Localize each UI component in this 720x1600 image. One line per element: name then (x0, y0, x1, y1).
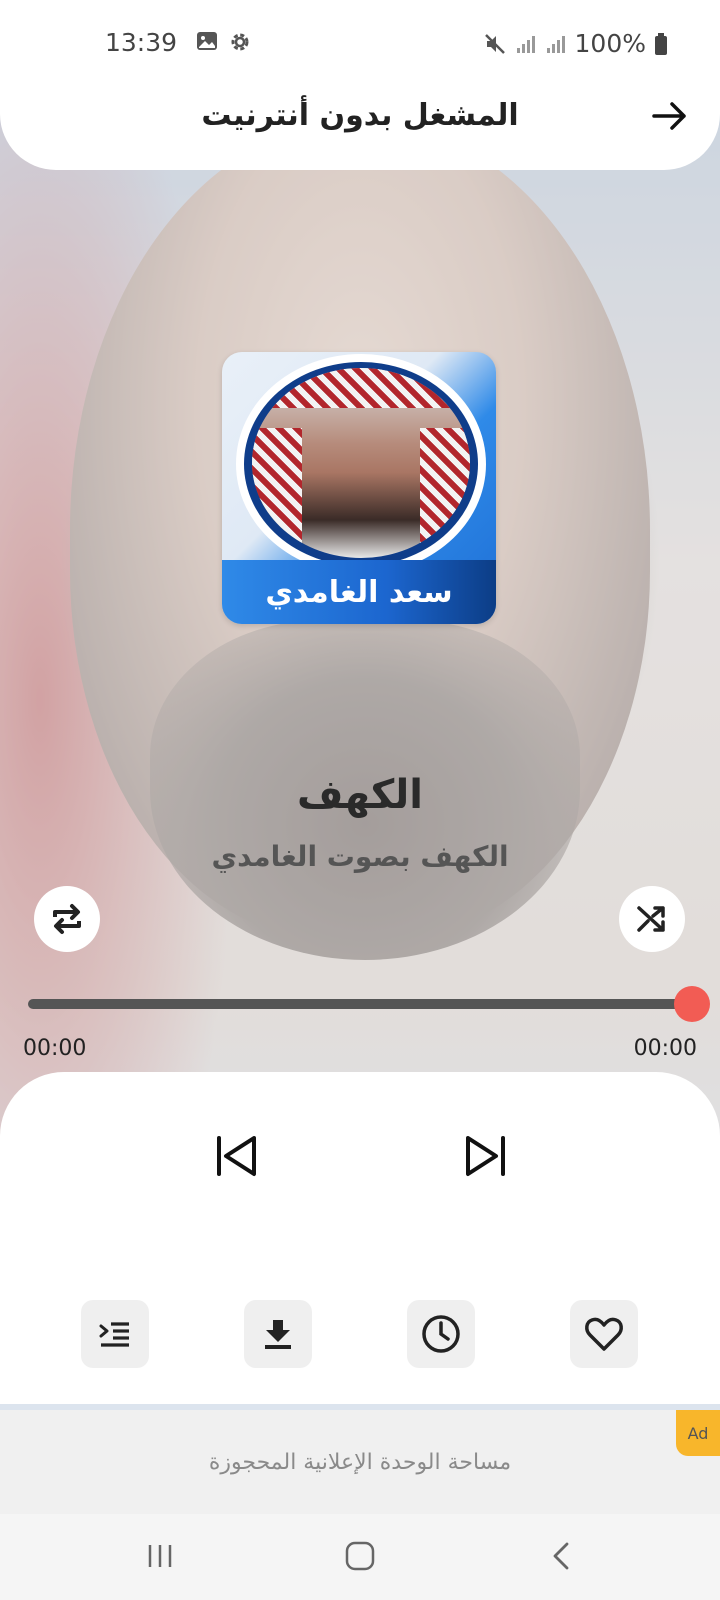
portrait-scarf-right (420, 428, 470, 558)
status-system-icons: 100% (483, 29, 668, 58)
signal-icon (515, 33, 537, 55)
page-title: المشغل بدون أنترنيت (201, 98, 519, 133)
battery-icon (654, 32, 668, 56)
signal-icon (545, 33, 567, 55)
system-navigation-bar (0, 1514, 720, 1600)
reciter-portrait (252, 368, 470, 558)
settings-icon (228, 30, 252, 54)
heart-icon (585, 1317, 623, 1351)
repeat-button[interactable] (34, 886, 100, 952)
shuffle-button[interactable] (619, 886, 685, 952)
ad-banner[interactable]: مساحة الوحدة الإعلانية المحجوزة Ad (0, 1410, 720, 1514)
previous-button[interactable] (205, 1128, 267, 1184)
gallery-icon (196, 30, 218, 54)
status-time: 13:39 (105, 28, 178, 57)
seek-bar[interactable] (28, 999, 692, 1009)
mute-icon (483, 32, 507, 56)
back-button[interactable] (650, 96, 690, 136)
portrait-headwrap (272, 368, 450, 408)
recents-icon (148, 1545, 172, 1567)
status-notification-icons (196, 30, 252, 54)
status-bar: 13:39 100% (0, 0, 720, 88)
download-icon (265, 1320, 291, 1349)
next-button[interactable] (455, 1128, 517, 1184)
battery-percent: 100% (574, 29, 646, 58)
home-icon (345, 1541, 375, 1571)
playlist-button[interactable] (81, 1300, 149, 1368)
track-subtitle: الكهف بصوت الغامدي (211, 840, 509, 873)
sleep-timer-button[interactable] (407, 1300, 475, 1368)
arrow-right-icon (652, 102, 686, 130)
album-cover: سعد الغامدي (222, 352, 496, 624)
elapsed-time: 00:00 (23, 1036, 87, 1061)
recents-button[interactable] (130, 1534, 190, 1578)
seek-thumb[interactable] (674, 986, 710, 1022)
previous-icon (217, 1136, 256, 1176)
ad-placeholder-text: مساحة الوحدة الإعلانية المحجوزة (208, 1450, 512, 1475)
clock-icon (422, 1315, 460, 1353)
chevron-left-icon (553, 1542, 569, 1570)
repeat-icon (53, 904, 81, 934)
playlist-icon (99, 1322, 129, 1347)
portrait-scarf-left (252, 428, 302, 558)
nav-back-button[interactable] (532, 1534, 592, 1578)
cover-reciter-name: سعد الغامدي (265, 575, 453, 610)
favorite-button[interactable] (570, 1300, 638, 1368)
ad-badge: Ad (676, 1410, 720, 1456)
track-title: الكهف (296, 772, 424, 818)
download-button[interactable] (244, 1300, 312, 1368)
home-button[interactable] (330, 1534, 390, 1578)
shuffle-icon (637, 906, 665, 932)
total-duration: 00:00 (633, 1036, 697, 1061)
next-icon (466, 1136, 505, 1176)
